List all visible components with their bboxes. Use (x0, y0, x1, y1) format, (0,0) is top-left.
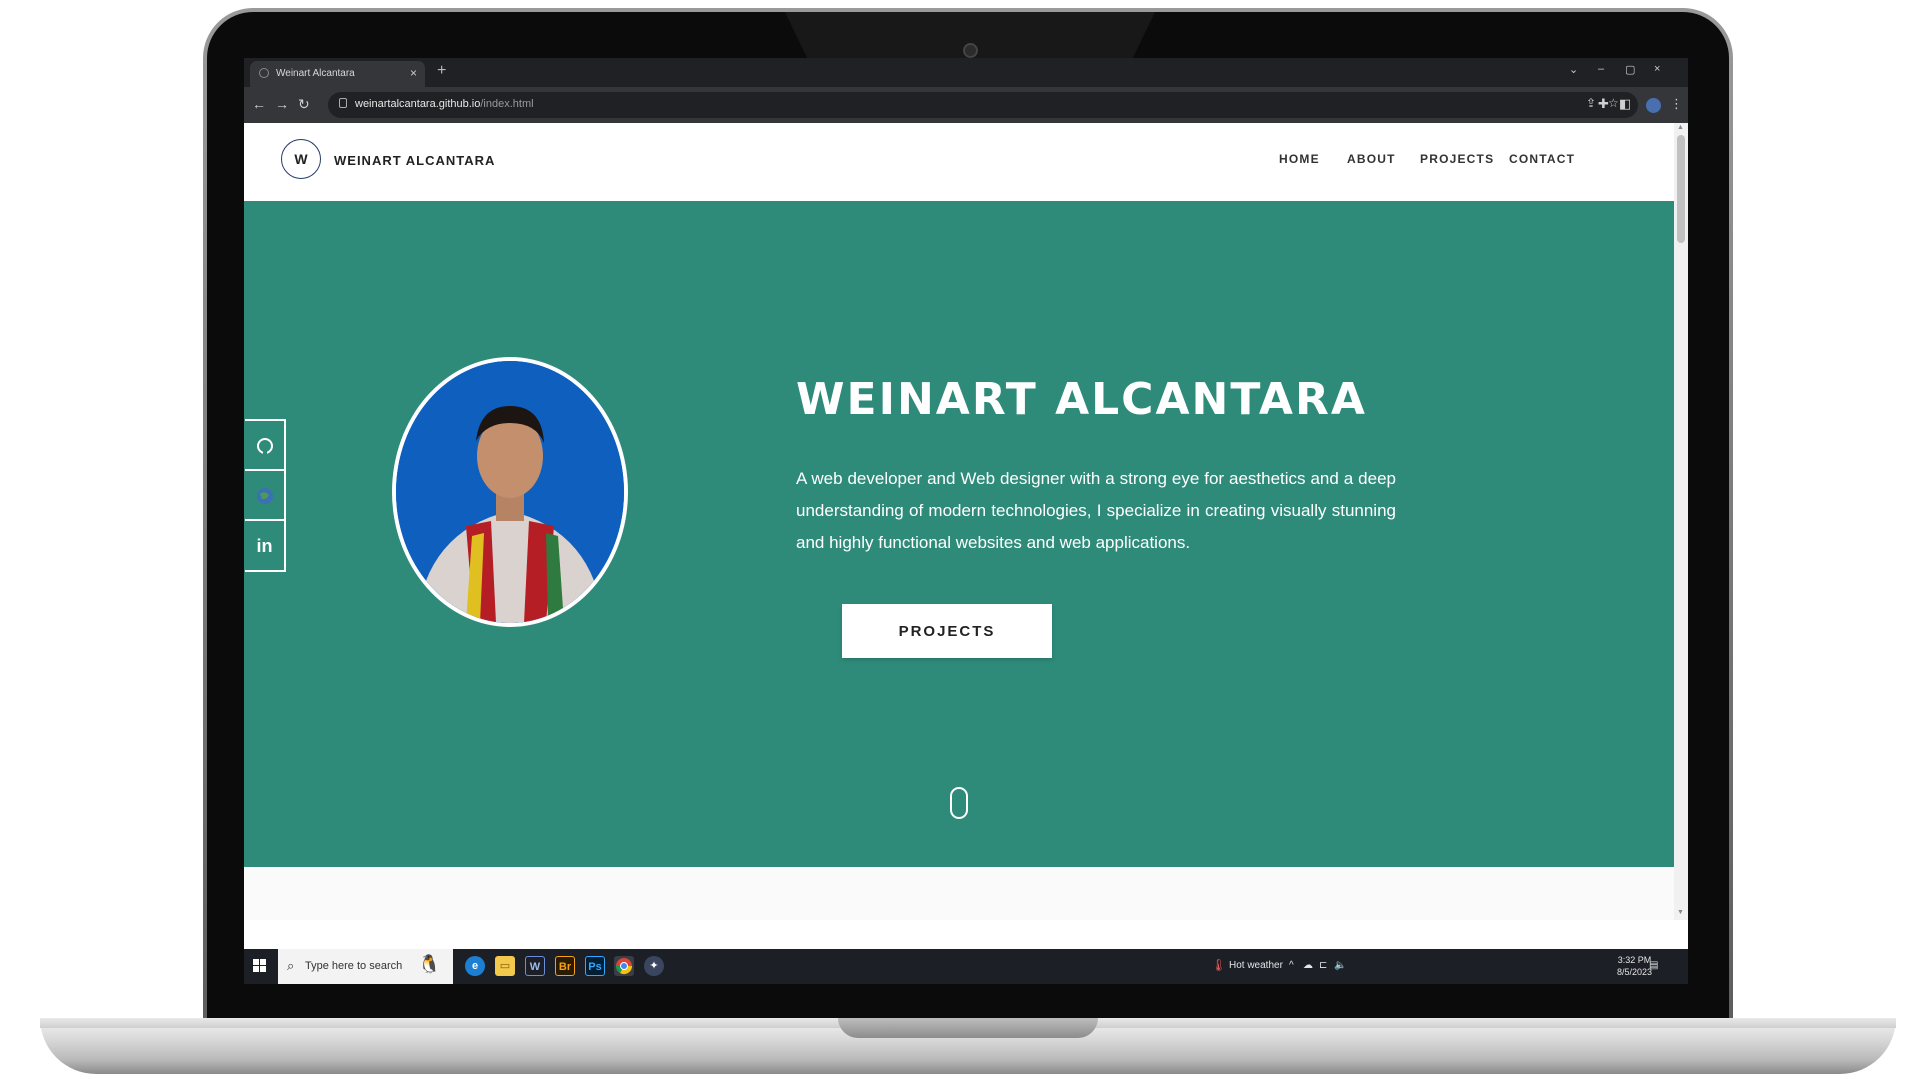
browser-tab[interactable]: Weinart Alcantara × (250, 61, 425, 87)
windows-start-icon[interactable] (253, 959, 267, 973)
notification-icon[interactable]: ▤ (1649, 960, 1658, 971)
scroll-mouse-icon[interactable] (950, 787, 968, 819)
search-placeholder: Type here to search (305, 960, 403, 972)
nav-about[interactable]: ABOUT (1347, 152, 1396, 166)
nav-contact[interactable]: CONTACT (1509, 152, 1575, 166)
hero-description: A web developer and Web designer with a … (796, 469, 1396, 552)
url-text: weinartalcantara.github.io/index.html (355, 98, 534, 110)
search-icon: ⌕ (287, 958, 295, 973)
browser-toolbar: ← → ↻ weinartalcantara.github.io/index.h… (244, 87, 1688, 123)
browser-tab-bar: Weinart Alcantara × + ⌄ – ▢ × (244, 58, 1688, 87)
photoshop-icon[interactable]: Ps (585, 956, 605, 976)
reload-icon[interactable]: ↻ (298, 96, 310, 113)
close-window-button[interactable]: × (1654, 63, 1660, 75)
social-links: in (245, 419, 286, 572)
volume-icon[interactable]: 🔈 (1334, 960, 1346, 971)
share-icon[interactable]: ⇪ (1586, 96, 1596, 110)
app-icon[interactable]: ✦ (644, 956, 664, 976)
scroll-up-arrow-icon[interactable]: ▲ (1677, 124, 1684, 131)
extensions-puzzle-icon[interactable]: ✚ (1598, 96, 1609, 112)
kebab-menu-icon[interactable]: ⋮ (1670, 96, 1683, 112)
nav-home[interactable]: HOME (1279, 152, 1320, 166)
profile-avatar[interactable] (1646, 98, 1661, 113)
globe-icon (259, 68, 269, 78)
next-section (244, 867, 1674, 920)
site-navbar: W WEINART ALCANTARA HOME ABOUT PROJECTS … (244, 123, 1674, 201)
page-scrollbar[interactable]: ▲ ▼ (1674, 123, 1688, 920)
bridge-icon[interactable]: Br (555, 956, 575, 976)
chevron-up-icon[interactable]: ^ (1289, 960, 1294, 971)
weather-text[interactable]: Hot weather (1229, 960, 1283, 971)
globe-icon[interactable] (245, 471, 284, 521)
minimize-button[interactable]: – (1598, 63, 1604, 75)
screen: Weinart Alcantara × + ⌄ – ▢ × ← → ↻ wein… (244, 58, 1688, 984)
side-panel-icon[interactable]: ◧ (1619, 96, 1631, 112)
forward-arrow-icon[interactable]: → (275, 96, 289, 112)
maximize-button[interactable]: ▢ (1625, 63, 1635, 76)
bookmark-star-icon[interactable]: ☆ (1608, 96, 1619, 110)
site-logo[interactable]: W (281, 139, 321, 179)
thermometer-icon: 🌡 (1211, 958, 1227, 972)
search-highlight-icon: 🐧 (418, 954, 441, 974)
github-icon[interactable] (245, 421, 284, 471)
tab-title: Weinart Alcantara (276, 68, 355, 79)
back-arrow-icon[interactable]: ← (252, 96, 266, 112)
web-page: W WEINART ALCANTARA HOME ABOUT PROJECTS … (244, 123, 1674, 920)
network-icon[interactable]: ⊏ (1319, 960, 1327, 971)
tab-close-button[interactable]: × (410, 66, 417, 80)
projects-button[interactable]: PROJECTS (842, 604, 1052, 658)
scrollbar-thumb[interactable] (1677, 135, 1685, 243)
windows-taskbar: ⌕ Type here to search 🐧 e ▭ W Br Ps ✦ 🌡 … (244, 949, 1688, 984)
address-bar[interactable]: weinartalcantara.github.io/index.html ⇪ … (328, 92, 1638, 118)
webcam (963, 43, 978, 58)
scroll-down-arrow-icon[interactable]: ▼ (1677, 909, 1684, 916)
edge-icon[interactable]: e (465, 956, 485, 976)
lock-icon (339, 98, 347, 108)
word-icon[interactable]: W (525, 956, 545, 976)
cloud-icon[interactable]: ☁ (1303, 960, 1313, 971)
taskbar-clock[interactable]: 3:32 PM 8/5/2023 (1617, 954, 1652, 978)
new-tab-button[interactable]: + (437, 62, 446, 80)
taskbar-search[interactable]: ⌕ Type here to search 🐧 (278, 949, 453, 984)
file-explorer-icon[interactable]: ▭ (495, 956, 515, 976)
profile-photo (392, 357, 628, 627)
tab-search-button[interactable]: ⌄ (1569, 63, 1578, 76)
linkedin-icon[interactable]: in (245, 521, 284, 571)
hero-title: WEINART ALCANTARA (796, 374, 1367, 425)
laptop-base-groove (838, 1018, 1098, 1038)
hero-section: in WEINART ALCANTARA A web developer and… (244, 201, 1674, 867)
chrome-icon[interactable] (614, 956, 634, 976)
nav-projects[interactable]: PROJECTS (1420, 152, 1494, 166)
site-brand[interactable]: WEINART ALCANTARA (334, 153, 495, 168)
